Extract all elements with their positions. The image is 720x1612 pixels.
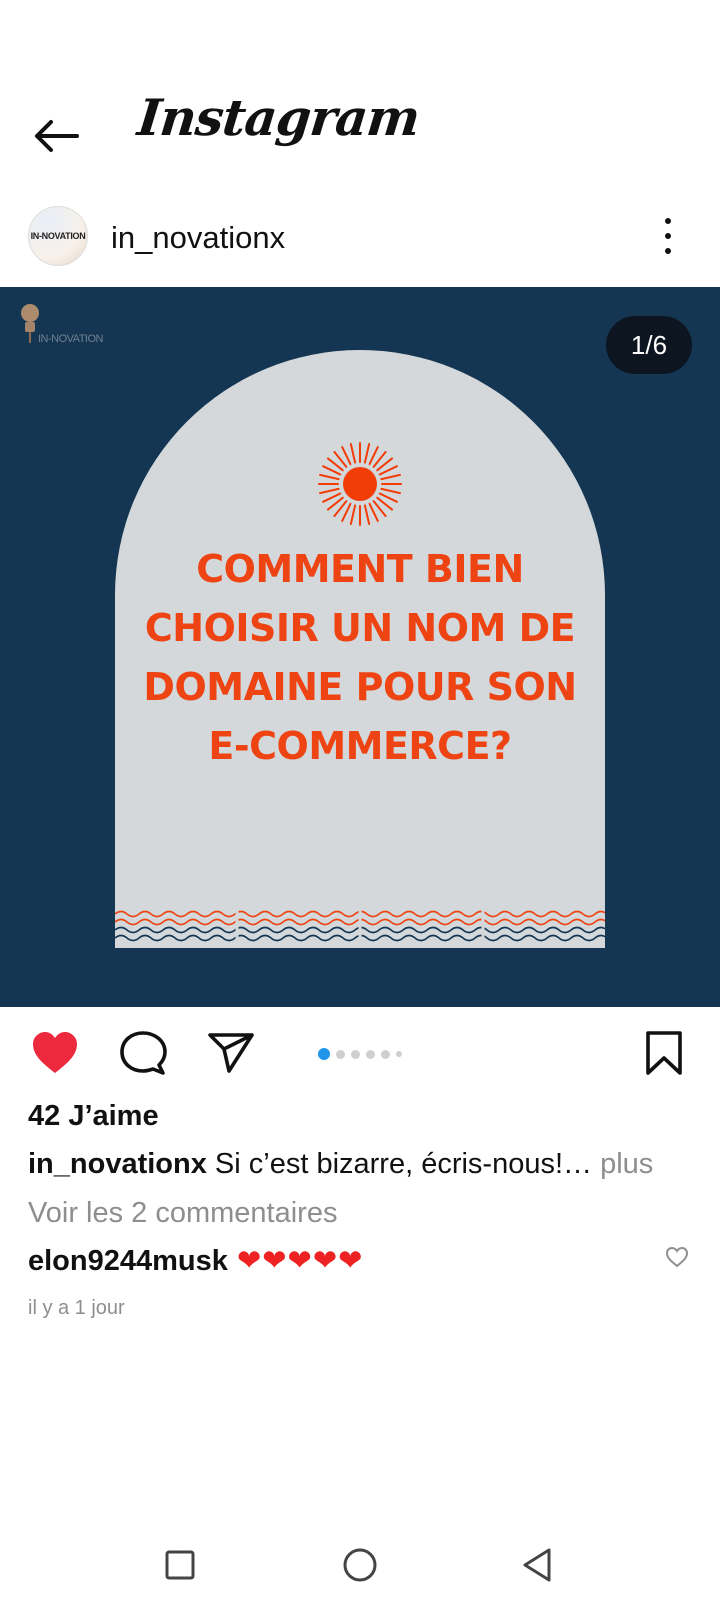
caption[interactable]: in_novationx Si c’est bizarre, écris-nou…: [28, 1148, 708, 1181]
wave-decoration: [115, 908, 605, 948]
sun-ray: [341, 446, 352, 466]
circle-icon: [343, 1548, 377, 1582]
post-headline: COMMENT BIEN CHOISIR UN NOM DE DOMAINE P…: [115, 540, 605, 776]
likes-count[interactable]: 42 J’aime: [28, 1100, 159, 1133]
sun-ray: [363, 443, 371, 464]
comment-like-button[interactable]: [662, 1242, 692, 1272]
sun-ray: [322, 492, 342, 503]
sun-ray: [363, 504, 371, 525]
view-comments-link[interactable]: Voir les 2 commentaires: [28, 1197, 337, 1230]
brand-logo: IN-NOVATION: [14, 299, 104, 345]
headline-line: CHOISIR UN NOM DE: [144, 606, 576, 650]
like-button[interactable]: [28, 1026, 82, 1080]
comment-row: elon9244musk ❤❤❤❤❤: [28, 1243, 363, 1278]
sun-icon: [318, 442, 402, 526]
sun-ray: [368, 502, 379, 522]
post-header: IN-NOVATION in_novationx: [0, 200, 720, 280]
more-vertical-icon: [665, 218, 671, 224]
post-actions: [0, 1020, 720, 1086]
heart-filled-icon: [33, 1032, 77, 1073]
caption-text: Si c’est bizarre, écris-nous!…: [206, 1148, 593, 1180]
home-button[interactable]: [335, 1540, 385, 1590]
carousel-dot: [336, 1049, 345, 1059]
sun-ray: [378, 492, 398, 503]
sun-ray: [378, 465, 398, 476]
back-button[interactable]: [28, 108, 84, 164]
sun-ray: [322, 465, 342, 476]
arrow-left-icon: [35, 120, 79, 152]
carousel-dot: [366, 1049, 375, 1059]
sun-ray: [380, 473, 401, 481]
comment-icon: [120, 1031, 167, 1075]
more-options-button[interactable]: [656, 218, 680, 254]
brand-logo-text: IN-NOVATION: [38, 333, 103, 345]
sun-ray: [319, 473, 340, 481]
avatar-logo-text: IN-NOVATION: [30, 231, 86, 241]
comment-text: ❤❤❤❤❤: [227, 1245, 364, 1277]
sun-ray: [349, 443, 357, 464]
caption-more-link[interactable]: plus: [592, 1148, 653, 1180]
carousel-dot-active: [318, 1048, 330, 1060]
bookmark-icon: [646, 1031, 682, 1075]
recent-apps-button[interactable]: [155, 1540, 205, 1590]
comment-button[interactable]: [116, 1026, 170, 1080]
carousel-dot: [396, 1051, 402, 1057]
sun-ray: [349, 504, 357, 525]
carousel-counter: 1/6: [606, 316, 692, 374]
caption-username[interactable]: in_novationx: [28, 1148, 207, 1180]
headline-line: DOMAINE POUR SON: [143, 665, 577, 709]
carousel-indicator: [318, 1048, 402, 1060]
carousel-dot: [351, 1049, 360, 1059]
carousel-dot: [381, 1049, 390, 1059]
more-dot: [665, 248, 671, 254]
heart-outline-icon: [665, 1246, 689, 1268]
sun-ray: [341, 502, 352, 522]
headline-line: COMMENT BIEN: [196, 547, 524, 591]
top-bar: Instagram: [0, 70, 720, 190]
share-button[interactable]: [204, 1026, 258, 1080]
arch-panel: COMMENT BIEN CHOISIR UN NOM DE DOMAINE P…: [115, 350, 605, 948]
send-icon: [208, 1033, 254, 1073]
square-icon: [165, 1550, 195, 1580]
back-nav-button[interactable]: [512, 1540, 562, 1590]
triangle-back-icon: [523, 1548, 551, 1582]
save-button[interactable]: [637, 1026, 691, 1080]
sun-ray: [319, 487, 340, 495]
sun-ray: [380, 487, 401, 495]
post-username[interactable]: in_novationx: [111, 220, 285, 256]
comment-username[interactable]: elon9244musk: [28, 1245, 228, 1277]
post-image[interactable]: IN-NOVATION 1/6 COMMENT BIEN CHOISIR UN …: [0, 287, 720, 1007]
more-dot: [665, 233, 671, 239]
sun-ray: [368, 446, 379, 466]
avatar[interactable]: IN-NOVATION: [28, 206, 88, 266]
system-nav-bar: [0, 1530, 720, 1600]
post-timestamp: il y a 1 jour: [28, 1297, 125, 1319]
app-title: Instagram: [134, 88, 423, 147]
headline-line: E-COMMERCE?: [208, 724, 512, 768]
